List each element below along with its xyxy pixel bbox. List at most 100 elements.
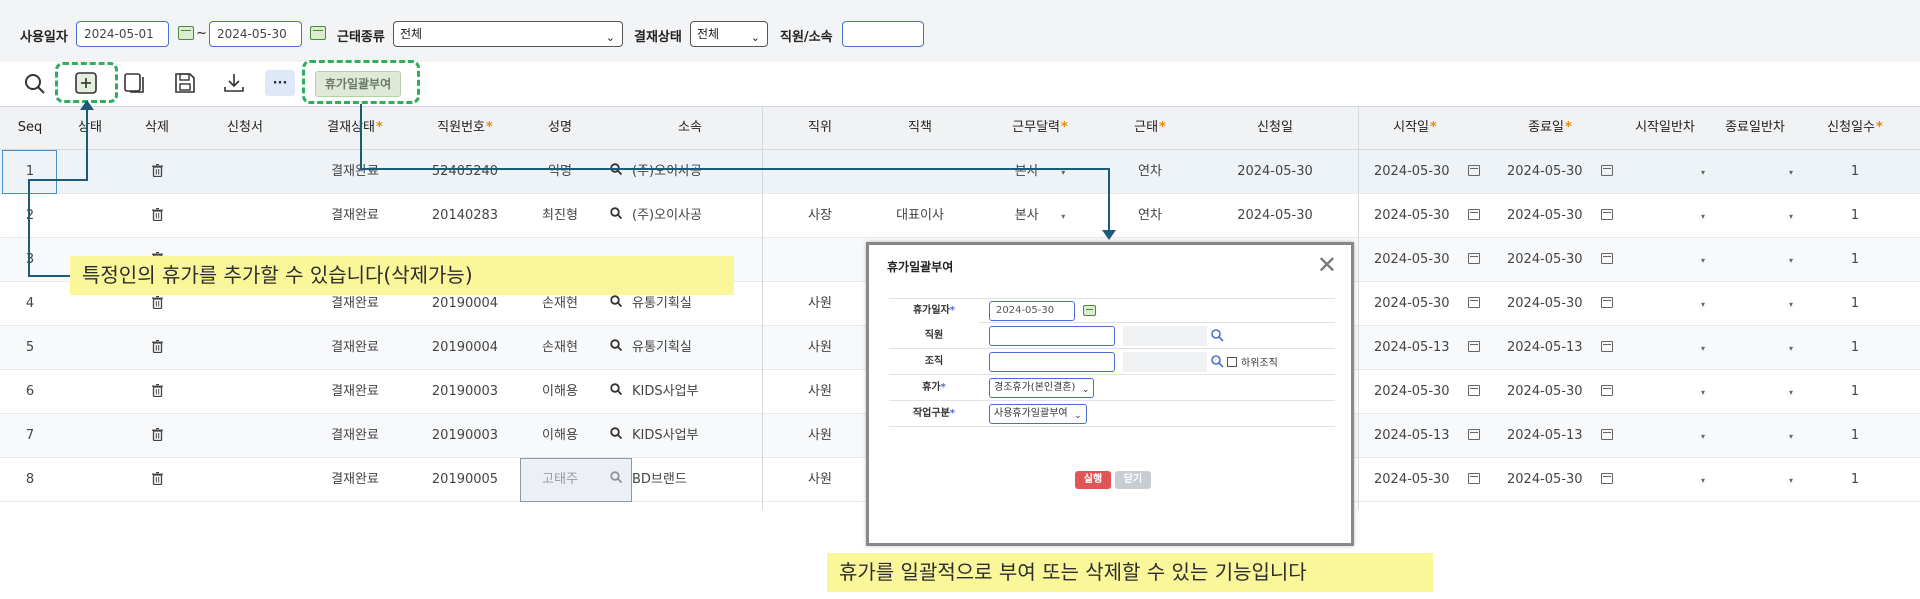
end-half-day-cell[interactable]: ▾ bbox=[1783, 370, 1799, 413]
calendar-icon[interactable] bbox=[1467, 209, 1480, 220]
apply-date-cell[interactable]: 2024-05-30 bbox=[1200, 150, 1350, 193]
dropdown-arrow-icon[interactable]: ▾ bbox=[1059, 212, 1065, 221]
dropdown-arrow-icon[interactable]: ▾ bbox=[1789, 300, 1793, 309]
position-cell[interactable]: 사원 bbox=[780, 458, 860, 501]
search-icon[interactable] bbox=[1211, 355, 1224, 372]
column-header[interactable]: 신청서 bbox=[190, 107, 300, 149]
org-input[interactable] bbox=[989, 352, 1115, 372]
seq-cell[interactable]: 7 bbox=[0, 414, 60, 457]
calendar-icon[interactable] bbox=[1600, 429, 1613, 440]
position-cell[interactable]: 사장 bbox=[780, 194, 860, 237]
job-title-cell[interactable]: 대표이사 bbox=[860, 194, 980, 237]
dropdown-arrow-icon[interactable]: ▾ bbox=[1789, 256, 1793, 265]
work-calendar-cell[interactable]: 본사 ▾ bbox=[985, 150, 1095, 193]
end-date-cell[interactable]: 2024-05-30 bbox=[1507, 238, 1632, 281]
work-type-select[interactable]: 사용휴가일괄부여 ⌄ bbox=[989, 404, 1087, 424]
calendar-icon[interactable] bbox=[1600, 209, 1613, 220]
name-cell[interactable]: 손재현 bbox=[520, 326, 600, 369]
column-header[interactable]: 근무달력* bbox=[980, 107, 1100, 149]
end-half-day-cell[interactable]: ▾ bbox=[1783, 194, 1799, 237]
apply-days-cell[interactable]: 1 bbox=[1800, 458, 1910, 501]
start-date-cell[interactable]: 2024-05-13 bbox=[1374, 326, 1499, 369]
calendar-icon[interactable] bbox=[1467, 473, 1480, 484]
apply-days-cell[interactable]: 1 bbox=[1800, 414, 1910, 457]
department-cell[interactable]: 유통기획실 bbox=[610, 326, 760, 369]
calendar-icon[interactable] bbox=[310, 26, 326, 40]
dropdown-arrow-icon[interactable]: ▾ bbox=[1701, 256, 1705, 265]
calendar-icon[interactable] bbox=[1600, 165, 1613, 176]
dropdown-arrow-icon[interactable]: ▾ bbox=[1789, 212, 1793, 221]
column-header[interactable]: 결재상태* bbox=[300, 107, 410, 149]
sub-org-checkbox[interactable] bbox=[1227, 357, 1237, 367]
attendance-type-select[interactable]: 전체 ⌄ bbox=[393, 21, 623, 47]
end-date-cell[interactable]: 2024-05-30 bbox=[1507, 370, 1632, 413]
end-date-cell[interactable]: 2024-05-30 bbox=[1507, 458, 1632, 501]
date-from-input[interactable]: 2024-05-01 bbox=[76, 21, 169, 47]
start-half-day-cell[interactable]: ▾ bbox=[1695, 194, 1711, 237]
seq-cell[interactable]: 5 bbox=[0, 326, 60, 369]
search-icon[interactable] bbox=[610, 383, 623, 399]
position-cell[interactable] bbox=[780, 150, 860, 193]
search-icon[interactable] bbox=[22, 71, 48, 97]
start-date-cell[interactable]: 2024-05-13 bbox=[1374, 414, 1499, 457]
end-half-day-cell[interactable]: ▾ bbox=[1783, 458, 1799, 501]
search-icon[interactable] bbox=[610, 427, 623, 443]
dropdown-arrow-icon[interactable]: ▾ bbox=[1789, 168, 1793, 177]
end-half-day-cell[interactable]: ▾ bbox=[1783, 326, 1799, 369]
position-cell[interactable]: 사원 bbox=[780, 414, 860, 457]
apply-days-cell[interactable]: 1 bbox=[1800, 194, 1910, 237]
close-button[interactable]: 닫기 bbox=[1115, 471, 1151, 489]
end-date-cell[interactable]: 2024-05-13 bbox=[1507, 326, 1632, 369]
approval-status-cell[interactable]: 결재완료 bbox=[300, 458, 410, 501]
start-date-cell[interactable]: 2024-05-30 bbox=[1374, 150, 1499, 193]
calendar-icon[interactable] bbox=[1467, 253, 1480, 264]
leave-date-input[interactable]: 2024-05-30 bbox=[989, 301, 1075, 321]
start-half-day-cell[interactable]: ▾ bbox=[1695, 326, 1711, 369]
approval-status-cell[interactable]: 결재완료 bbox=[300, 326, 410, 369]
seq-cell[interactable]: 4 bbox=[0, 282, 60, 325]
calendar-icon[interactable] bbox=[1600, 473, 1613, 484]
calendar-icon[interactable] bbox=[1600, 297, 1613, 308]
seq-cell[interactable]: 8 bbox=[0, 458, 60, 501]
run-button[interactable]: 실행 bbox=[1075, 471, 1111, 489]
more-icon[interactable]: ··· bbox=[265, 70, 295, 96]
dropdown-arrow-icon[interactable]: ▾ bbox=[1701, 300, 1705, 309]
column-header[interactable]: 상태 bbox=[60, 107, 120, 149]
column-header[interactable]: 근태* bbox=[1100, 107, 1200, 149]
calendar-icon[interactable] bbox=[178, 26, 194, 40]
search-icon[interactable] bbox=[610, 339, 623, 355]
dropdown-arrow-icon[interactable]: ▾ bbox=[1701, 388, 1705, 397]
end-half-day-cell[interactable]: ▾ bbox=[1783, 150, 1799, 193]
start-date-cell[interactable]: 2024-05-30 bbox=[1374, 194, 1499, 237]
date-to-input[interactable]: 2024-05-30 bbox=[209, 21, 302, 47]
start-half-day-cell[interactable]: ▾ bbox=[1695, 414, 1711, 457]
start-half-day-cell[interactable]: ▾ bbox=[1695, 150, 1711, 193]
column-header[interactable]: 직원번호* bbox=[410, 107, 520, 149]
column-header[interactable]: Seq bbox=[0, 107, 60, 149]
column-header[interactable]: 신청일 bbox=[1200, 107, 1350, 149]
employee-number-cell[interactable]: 20190003 bbox=[410, 370, 520, 413]
department-cell[interactable]: KIDS사업부 bbox=[610, 370, 760, 413]
calendar-icon[interactable] bbox=[1467, 165, 1480, 176]
dropdown-arrow-icon[interactable]: ▾ bbox=[1701, 344, 1705, 353]
apply-days-cell[interactable]: 1 bbox=[1800, 150, 1910, 193]
approval-status-cell[interactable]: 결재완료 bbox=[300, 150, 410, 193]
employee-number-cell[interactable]: 20190004 bbox=[410, 326, 520, 369]
calendar-icon[interactable] bbox=[1600, 341, 1613, 352]
department-cell[interactable]: KIDS사업부 bbox=[610, 414, 760, 457]
calendar-icon[interactable] bbox=[1467, 385, 1480, 396]
search-icon[interactable] bbox=[1211, 329, 1224, 346]
copy-icon[interactable] bbox=[122, 70, 148, 96]
seq-cell[interactable]: 2 bbox=[0, 194, 60, 237]
calendar-icon[interactable] bbox=[1600, 385, 1613, 396]
trash-icon[interactable] bbox=[151, 196, 163, 239]
name-cell[interactable]: 이해용 bbox=[520, 414, 600, 457]
apply-days-cell[interactable]: 1 bbox=[1800, 238, 1910, 281]
end-date-cell[interactable]: 2024-05-30 bbox=[1507, 282, 1632, 325]
department-cell[interactable]: (주)오이사공 bbox=[610, 194, 760, 237]
trash-icon[interactable] bbox=[151, 152, 163, 195]
approval-status-select[interactable]: 전체 ⌄ bbox=[690, 21, 768, 47]
leave-select[interactable]: 경조휴가(본인결혼) ⌄ bbox=[989, 378, 1095, 398]
department-cell[interactable]: (주)오이사공 bbox=[610, 150, 760, 193]
employee-number-cell[interactable]: 20140283 bbox=[410, 194, 520, 237]
